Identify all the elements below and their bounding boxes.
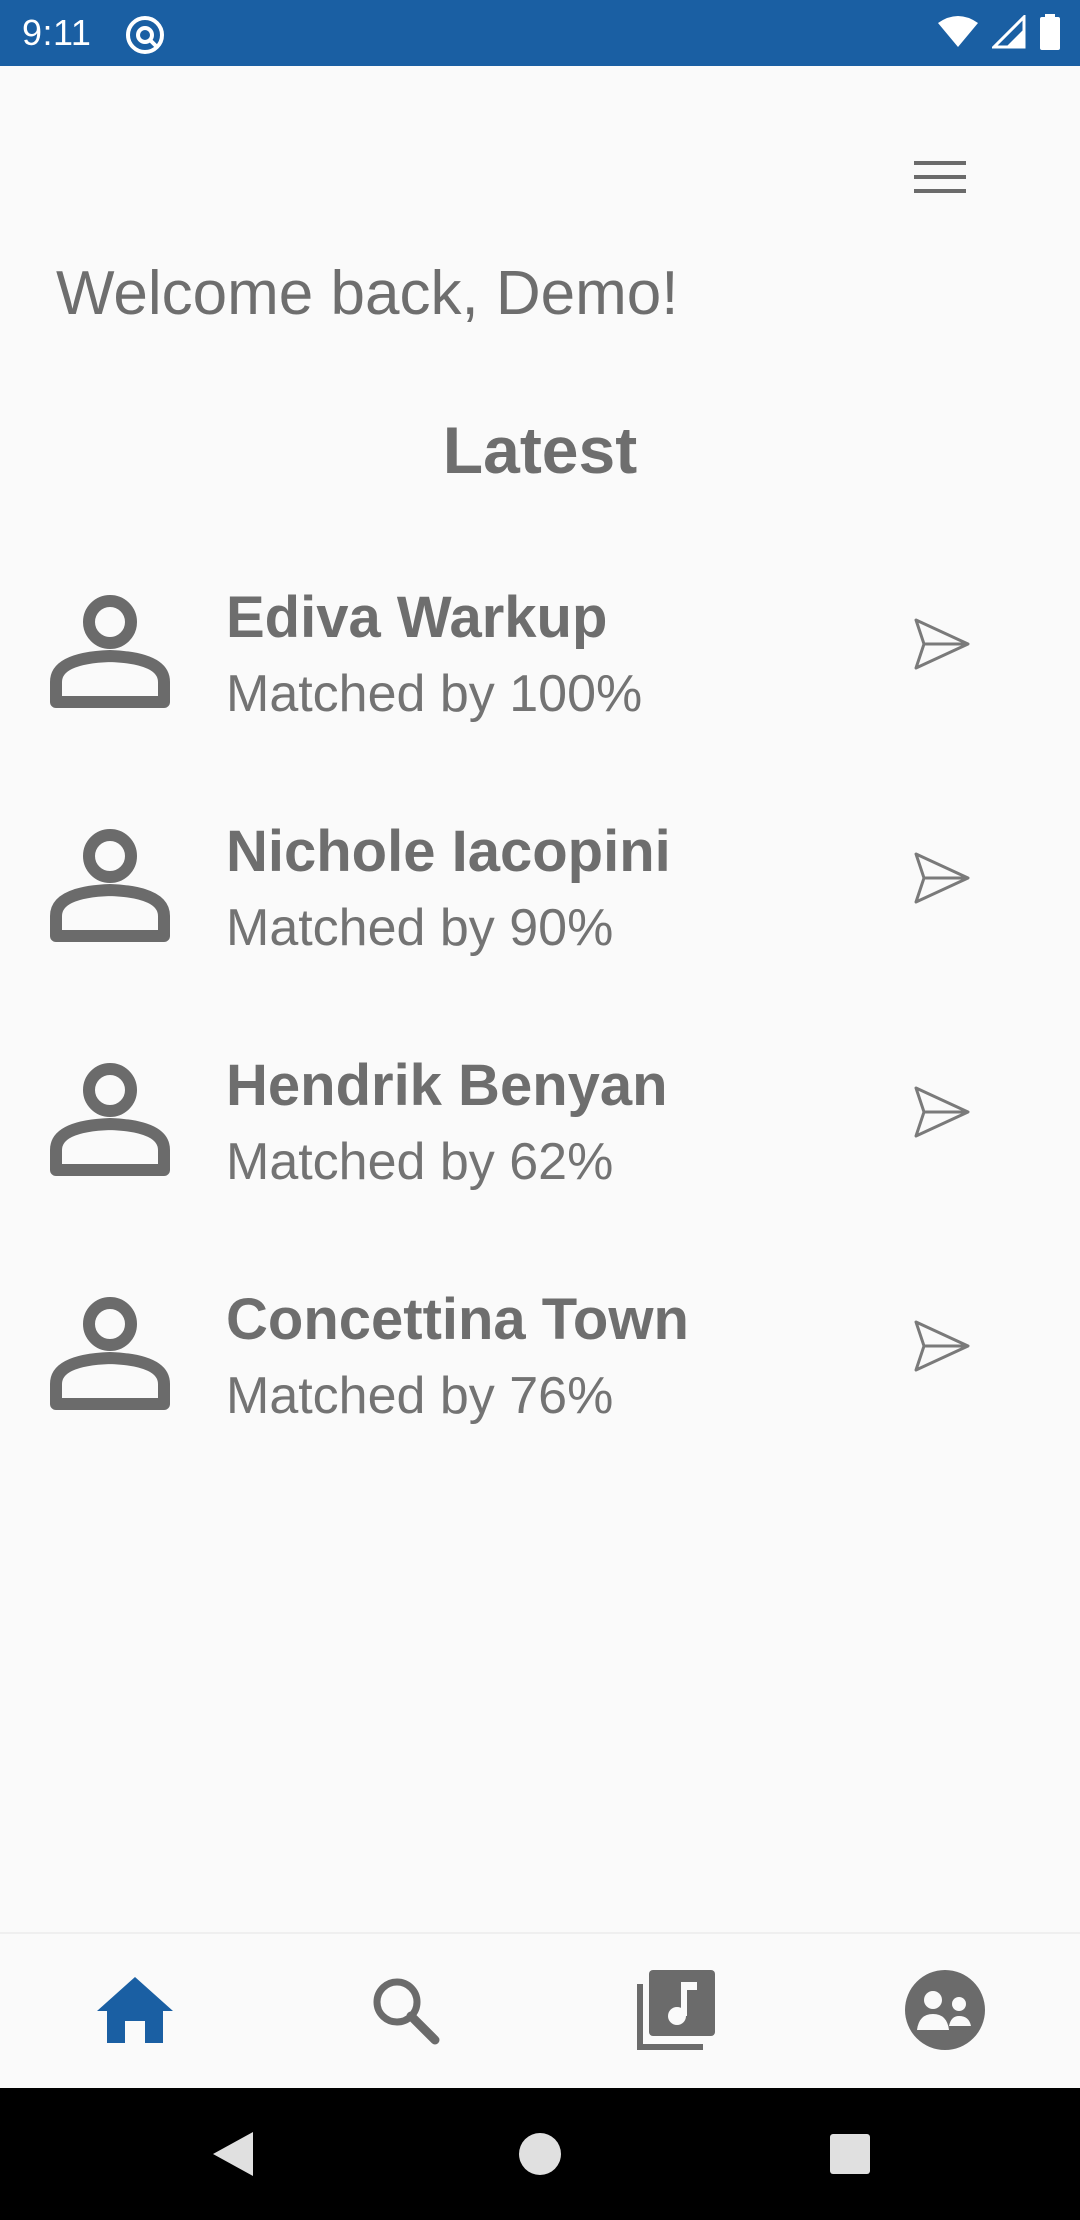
- send-button[interactable]: [900, 1072, 984, 1156]
- search-icon: [369, 1974, 441, 2051]
- person-avatar-icon: [48, 586, 172, 710]
- send-icon: [912, 1084, 972, 1145]
- music-library-icon: [633, 1968, 717, 2057]
- wifi-icon: [938, 15, 978, 54]
- send-button[interactable]: [900, 604, 984, 688]
- nav-search[interactable]: [270, 1934, 540, 2090]
- status-time: 9:11: [22, 12, 92, 53]
- match-name: Nichole Iacopini: [226, 819, 671, 884]
- groups-icon: [903, 1968, 987, 2057]
- back-icon[interactable]: [200, 2122, 264, 2186]
- person-avatar-icon: [48, 1288, 172, 1412]
- welcome-message: Welcome back, Demo!: [56, 259, 679, 328]
- person-avatar-icon: [48, 820, 172, 944]
- send-icon: [912, 850, 972, 911]
- home-icon: [95, 1975, 175, 2050]
- system-navigation-bar: [0, 2088, 1080, 2220]
- match-score: Matched by 76%: [226, 1367, 614, 1425]
- match-item[interactable]: Nichole Iacopini Matched by 90%: [0, 794, 1080, 1028]
- at-sign-icon: [124, 14, 166, 56]
- home-circle-icon[interactable]: [508, 2122, 572, 2186]
- match-item[interactable]: Concettina Town Matched by 76%: [0, 1262, 1080, 1496]
- match-list: Ediva Warkup Matched by 100% Nichole Iac…: [0, 560, 1080, 1496]
- nav-groups[interactable]: [810, 1934, 1080, 2090]
- match-name: Concettina Town: [226, 1287, 689, 1352]
- menu-button[interactable]: [900, 148, 980, 210]
- signal-icon: [990, 13, 1026, 54]
- recents-icon[interactable]: [818, 2122, 882, 2186]
- bottom-navigation: [0, 1932, 1080, 2088]
- section-title: Latest: [442, 413, 638, 487]
- match-item[interactable]: Hendrik Benyan Matched by 62%: [0, 1028, 1080, 1262]
- nav-home[interactable]: [0, 1934, 270, 2090]
- send-button[interactable]: [900, 838, 984, 922]
- send-icon: [912, 1318, 972, 1379]
- match-score: Matched by 90%: [226, 899, 614, 957]
- match-item[interactable]: Ediva Warkup Matched by 100%: [0, 560, 1080, 794]
- status-icons: [938, 13, 1060, 55]
- match-name: Ediva Warkup: [226, 585, 608, 650]
- hamburger-menu-icon: [914, 157, 966, 202]
- person-avatar-icon: [48, 1054, 172, 1178]
- send-button[interactable]: [900, 1306, 984, 1390]
- send-icon: [912, 616, 972, 677]
- battery-icon: [1040, 14, 1060, 55]
- match-score: Matched by 62%: [226, 1133, 614, 1191]
- match-name: Hendrik Benyan: [226, 1053, 668, 1118]
- match-score: Matched by 100%: [226, 665, 643, 723]
- nav-library[interactable]: [540, 1934, 810, 2090]
- status-bar: 9:11: [0, 0, 1080, 66]
